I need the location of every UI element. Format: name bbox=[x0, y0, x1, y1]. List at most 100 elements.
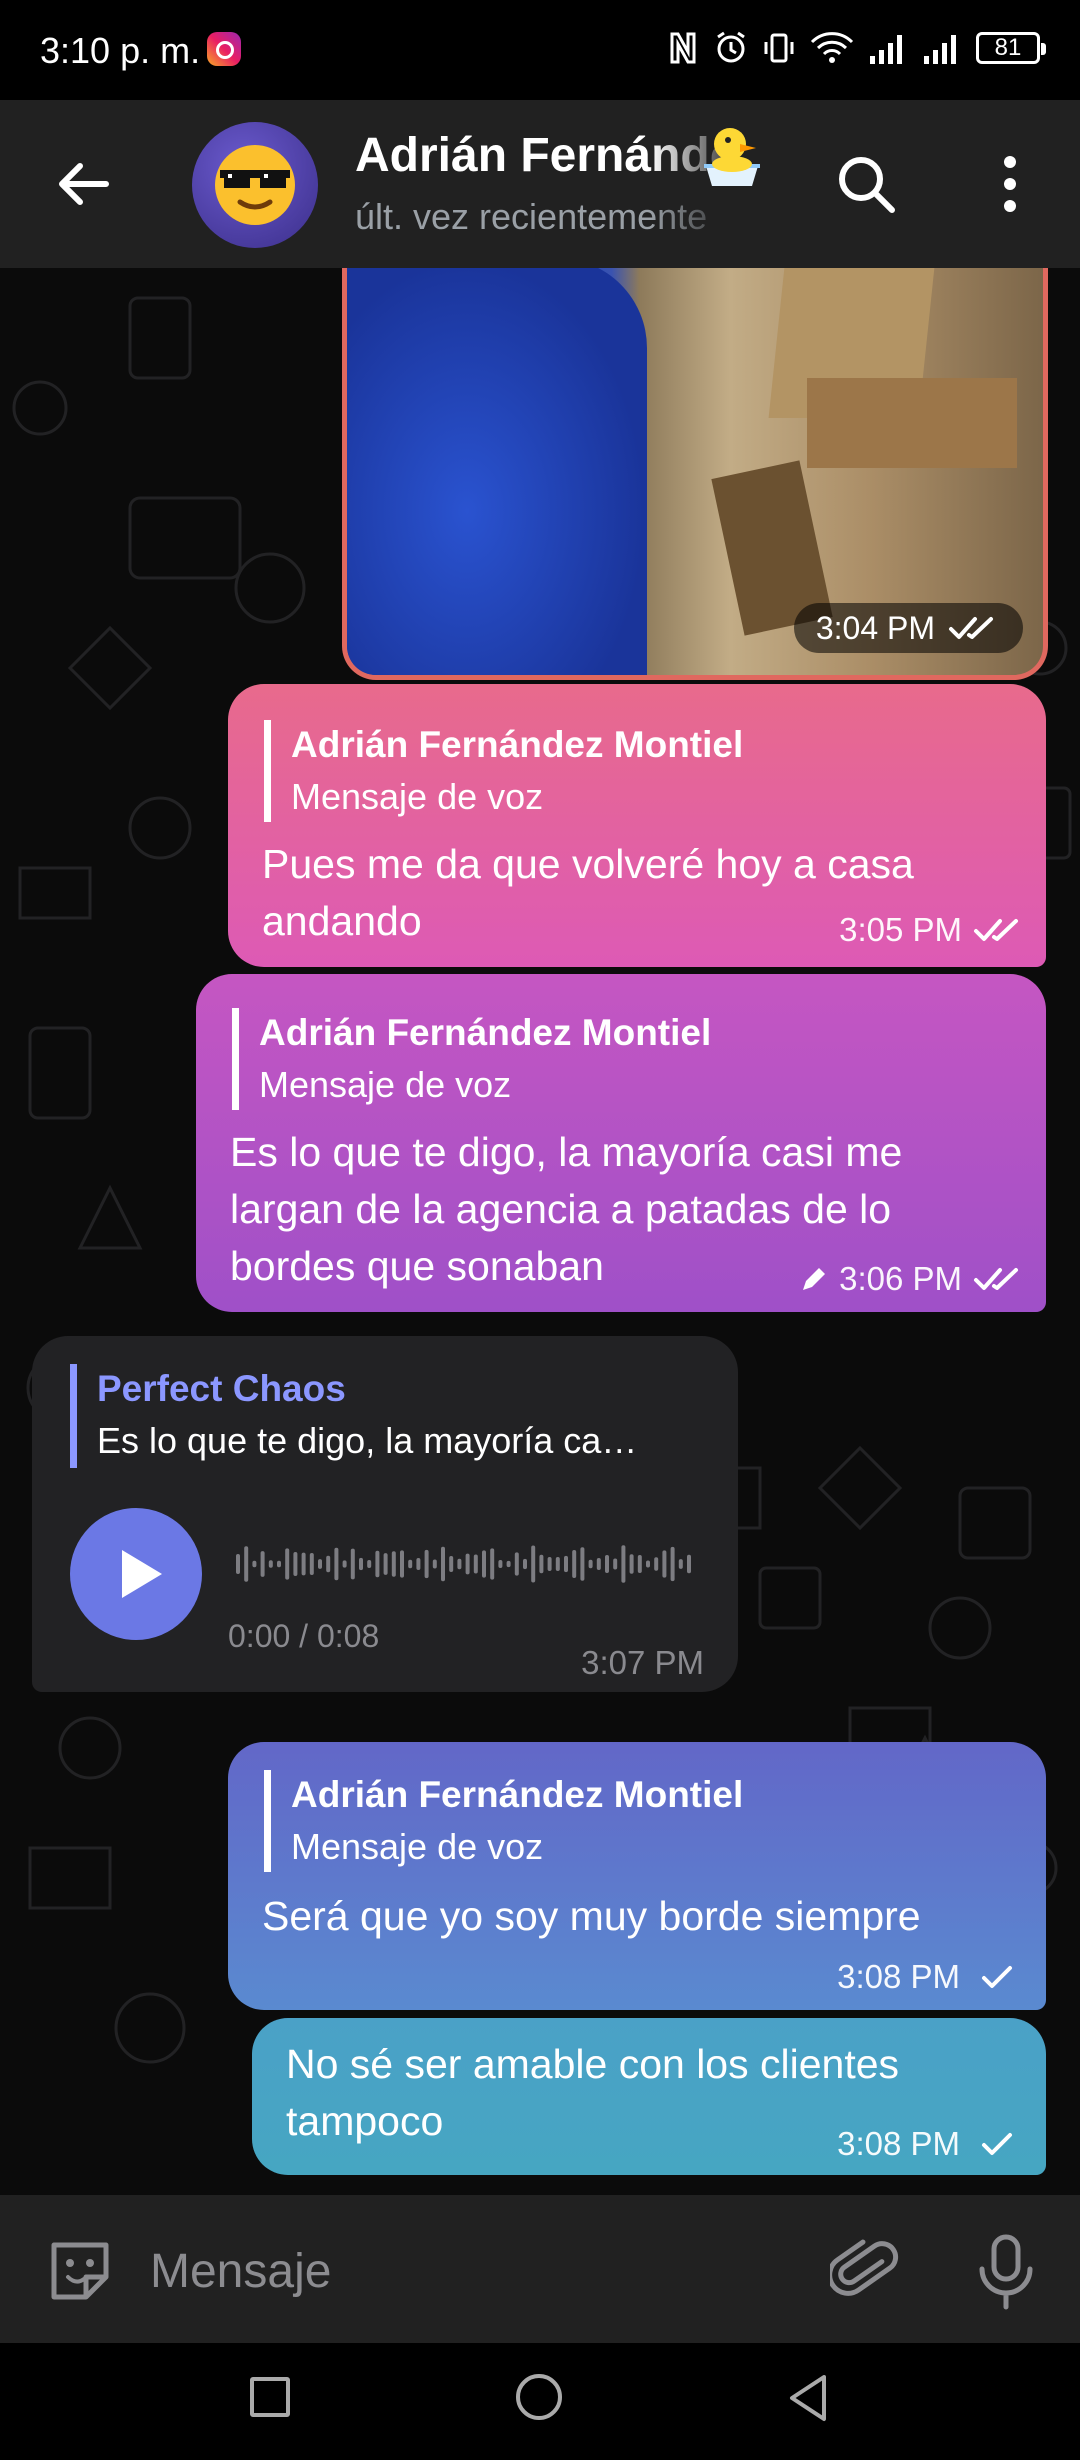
message-meta: 3:08 PM bbox=[837, 1958, 1024, 1996]
message-text: No sé ser amable con los clientes tampoc… bbox=[286, 2036, 899, 2150]
reply-preview[interactable]: Perfect Chaos Es lo que te digo, la mayo… bbox=[70, 1364, 637, 1468]
waveform-bar bbox=[432, 1559, 437, 1569]
waveform-bar bbox=[490, 1548, 495, 1580]
voice-duration: 0:00 / 0:08 bbox=[228, 1618, 380, 1654]
double-check-icon bbox=[949, 617, 993, 639]
waveform-bar bbox=[580, 1547, 585, 1581]
waveform-bar bbox=[408, 1559, 413, 1569]
message-time: 3:08 PM bbox=[837, 1958, 960, 1995]
reply-sender: Perfect Chaos bbox=[97, 1368, 346, 1409]
waveform-bar bbox=[465, 1553, 470, 1575]
message-line: Pues me da que volveré hoy a casa bbox=[262, 841, 914, 887]
message-line: largan de la agencia a patadas de lo bbox=[230, 1186, 892, 1232]
signal-icon bbox=[924, 35, 956, 64]
outgoing-message[interactable]: No sé ser amable con los clientes tampoc… bbox=[252, 2018, 1046, 2175]
reply-preview[interactable]: Adrián Fernández Montiel Mensaje de voz bbox=[264, 1770, 743, 1872]
waveform-bar bbox=[400, 1550, 404, 1578]
chat-area[interactable]: 3:04 PM Adrián Fernández Montiel Mensaje… bbox=[0, 268, 1080, 2195]
vibrate-icon bbox=[764, 33, 794, 63]
message-input-bar bbox=[0, 2195, 1080, 2343]
message-input[interactable] bbox=[150, 2233, 800, 2309]
message-time: 3:05 PM bbox=[839, 911, 962, 948]
nav-back-icon[interactable] bbox=[786, 2373, 830, 2423]
single-check-icon bbox=[982, 1966, 1012, 1988]
nav-recent-icon[interactable] bbox=[250, 2377, 290, 2417]
double-check-icon bbox=[974, 1268, 1018, 1290]
reply-preview[interactable]: Adrián Fernández Montiel Mensaje de voz bbox=[232, 1008, 711, 1110]
wifi-icon bbox=[810, 32, 854, 63]
waveform-bar bbox=[350, 1548, 355, 1580]
duck-emoji-icon bbox=[704, 128, 760, 186]
status-bar: 3:10 p. m. 81 bbox=[0, 0, 1080, 100]
photo-content bbox=[347, 268, 647, 675]
search-icon[interactable] bbox=[832, 150, 900, 218]
waveform-bar bbox=[572, 1550, 577, 1578]
message-time: 3:08 PM bbox=[837, 2125, 960, 2162]
reply-sender: Adrián Fernández Montiel bbox=[291, 1774, 744, 1815]
avatar[interactable] bbox=[192, 122, 318, 248]
waveform-bar bbox=[588, 1559, 593, 1569]
waveform-bar bbox=[646, 1560, 650, 1568]
waveform-bar bbox=[629, 1554, 634, 1574]
microphone-icon[interactable] bbox=[970, 2231, 1042, 2311]
message-time: 3:07 PM bbox=[581, 1644, 704, 1681]
reply-text: Es lo que te digo, la mayoría ca… bbox=[97, 1420, 638, 1461]
message-line: andando bbox=[262, 898, 422, 944]
alarm-icon bbox=[717, 31, 745, 63]
chat-header: Adrián Fernández Montiel últ. vez recien… bbox=[0, 100, 1080, 268]
waveform-bar bbox=[621, 1545, 626, 1583]
waveform-bar bbox=[482, 1550, 486, 1578]
double-check-icon bbox=[974, 919, 1018, 941]
emoji-sticker-icon[interactable] bbox=[44, 2235, 116, 2307]
system-nav-bar bbox=[0, 2343, 1080, 2460]
message-text: Será que yo soy muy borde siempre bbox=[262, 1893, 921, 1939]
outgoing-message[interactable]: Adrián Fernández Montiel Mensaje de voz … bbox=[196, 974, 1046, 1312]
waveform-bar bbox=[383, 1553, 388, 1575]
incoming-voice-message[interactable]: Perfect Chaos Es lo que te digo, la mayo… bbox=[32, 1336, 738, 1692]
message-line: tampoco bbox=[286, 2098, 444, 2144]
more-vert-icon[interactable] bbox=[985, 150, 1035, 218]
nav-home-icon[interactable] bbox=[516, 2374, 562, 2420]
play-icon bbox=[122, 1550, 162, 1598]
waveform-bar bbox=[473, 1554, 478, 1574]
reply-preview[interactable]: Adrián Fernández Montiel Mensaje de voz bbox=[264, 720, 743, 822]
voice-waveform[interactable] bbox=[236, 1536, 696, 1592]
waveform-bar bbox=[285, 1548, 290, 1580]
photo-content bbox=[807, 378, 1017, 468]
photo-message[interactable]: 3:04 PM bbox=[342, 268, 1048, 680]
waveform-bar bbox=[375, 1550, 380, 1578]
waveform-bar bbox=[678, 1559, 683, 1569]
outgoing-message[interactable]: Adrián Fernández Montiel Mensaje de voz … bbox=[228, 684, 1046, 967]
waveform-bar bbox=[637, 1555, 642, 1573]
waveform-bar bbox=[523, 1558, 527, 1570]
waveform-bar bbox=[498, 1560, 503, 1568]
nfc-icon bbox=[670, 32, 696, 64]
message-meta: 3:06 PM bbox=[799, 1260, 1026, 1298]
message-line: No sé ser amable con los clientes bbox=[286, 2041, 900, 2087]
outgoing-message[interactable]: Adrián Fernández Montiel Mensaje de voz … bbox=[228, 1742, 1046, 2010]
waveform-bar bbox=[424, 1549, 429, 1579]
waveform-bar bbox=[277, 1560, 281, 1568]
back-arrow-icon[interactable] bbox=[50, 150, 118, 218]
waveform-bar bbox=[301, 1552, 306, 1576]
instagram-icon bbox=[207, 32, 241, 66]
waveform-bar bbox=[457, 1558, 462, 1570]
waveform-bar bbox=[236, 1554, 240, 1574]
waveform-bar bbox=[334, 1547, 339, 1581]
waveform-bar bbox=[441, 1546, 445, 1582]
play-button[interactable] bbox=[70, 1508, 202, 1640]
paperclip-icon[interactable] bbox=[830, 2235, 902, 2307]
waveform-bar bbox=[449, 1555, 454, 1573]
reply-sender: Adrián Fernández Montiel bbox=[291, 724, 744, 765]
waveform-bar bbox=[359, 1557, 363, 1571]
message-time: 3:06 PM bbox=[839, 1260, 962, 1297]
waveform-bar bbox=[260, 1551, 265, 1577]
waveform-bar bbox=[547, 1557, 552, 1571]
waveform-bar bbox=[539, 1554, 544, 1574]
message-meta: 3:05 PM bbox=[839, 911, 1026, 949]
waveform-bar bbox=[662, 1550, 667, 1578]
waveform-bar bbox=[605, 1555, 609, 1573]
waveform-bar bbox=[309, 1552, 314, 1576]
waveform-bar bbox=[342, 1560, 347, 1568]
waveform-bar bbox=[555, 1556, 560, 1572]
